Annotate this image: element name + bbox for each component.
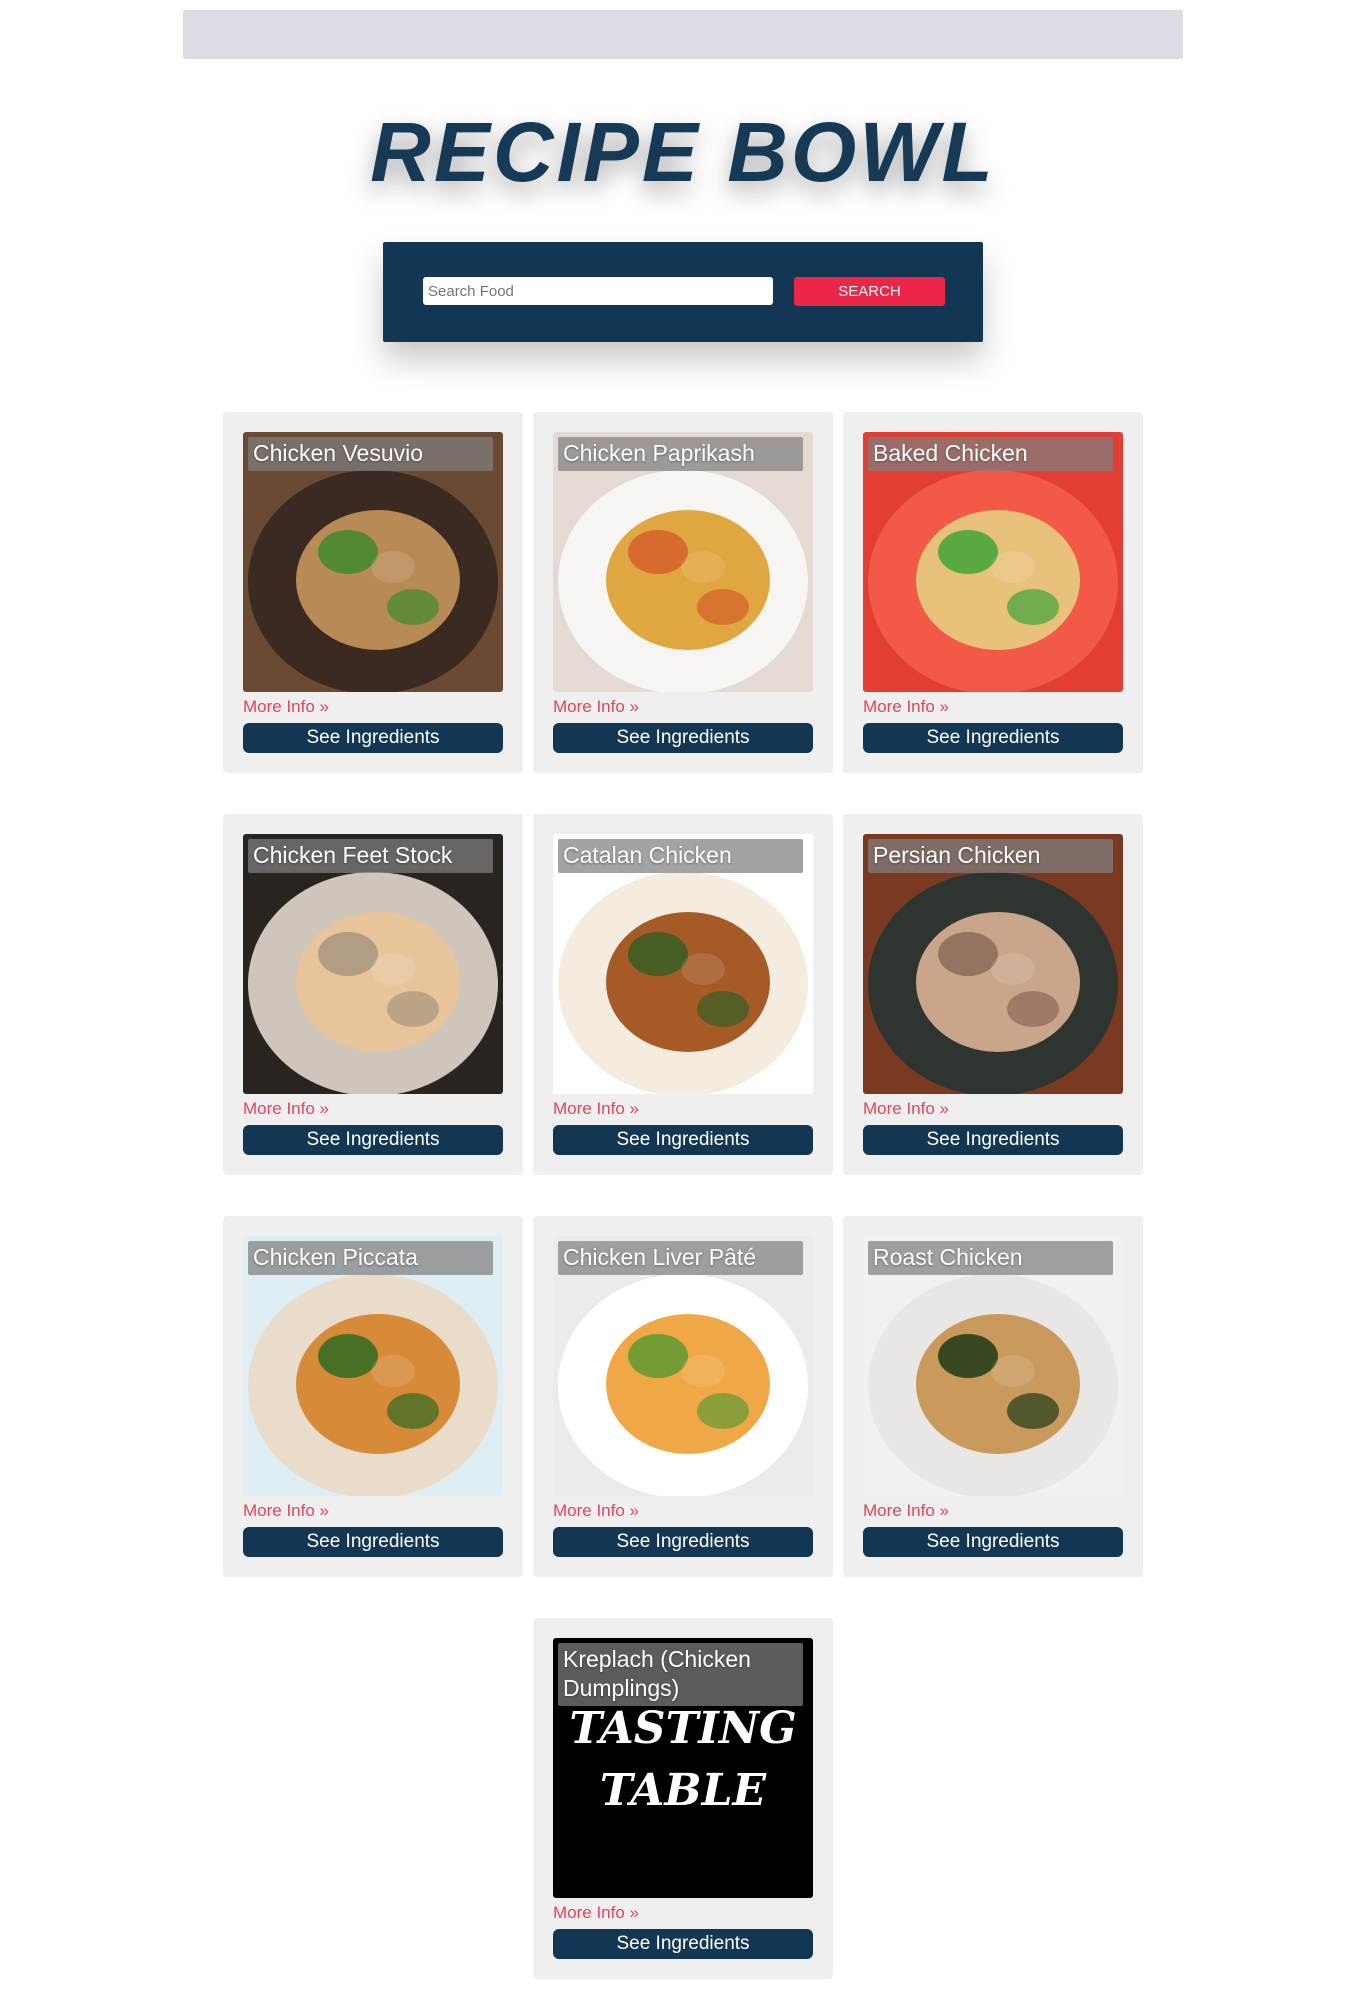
see-ingredients-button[interactable]: See Ingredients [863,1527,1123,1557]
search-input[interactable] [423,277,773,305]
see-ingredients-button[interactable]: See Ingredients [553,1125,813,1155]
logo-text: TABLE [600,1765,768,1816]
recipe-image[interactable]: Chicken Piccata [243,1236,503,1496]
recipe-image[interactable]: Chicken Feet Stock [243,834,503,1094]
recipe-image[interactable]: Catalan Chicken [553,834,813,1094]
recipe-card: Catalan Chicken More Info » See Ingredient… [533,814,833,1175]
see-ingredients-button[interactable]: See Ingredients [243,723,503,753]
recipe-title: Chicken Liver Pâté [558,1241,803,1275]
more-info-link[interactable]: More Info » [243,1501,503,1521]
recipe-title: Persian Chicken [868,839,1113,873]
more-info-link[interactable]: More Info » [863,1099,1123,1119]
recipe-title: Chicken Piccata [248,1241,493,1275]
recipe-image[interactable]: Baked Chicken [863,432,1123,692]
more-info-link[interactable]: More Info » [863,1501,1123,1521]
roast-chicken-photo [863,1236,1123,1496]
see-ingredients-button[interactable]: See Ingredients [863,723,1123,753]
top-navbar [183,10,1183,59]
recipe-title: Chicken Feet Stock [248,839,493,873]
recipe-title: Chicken Paprikash [558,437,803,471]
more-info-link[interactable]: More Info » [553,1903,813,1923]
recipe-card: Roast Chicken More Info » See Ingredients [843,1216,1143,1577]
recipe-title: Baked Chicken [868,437,1113,471]
baked-chicken-tray-photo [863,432,1123,692]
recipe-card: Chicken Liver Pâté More Info » See Ingredi… [533,1216,833,1577]
recipe-image[interactable]: TASTING TABLE Kreplach (Chicken Dumplings) [553,1638,813,1898]
recipe-card: Chicken Piccata More Info » See Ingredient… [223,1216,523,1577]
chicken-paprikash-photo [553,432,813,692]
page-title: RECIPE BOWL [370,105,996,199]
recipe-image[interactable]: Chicken Liver Pâté [553,1236,813,1496]
recipe-image[interactable]: Chicken Vesuvio [243,432,503,692]
persian-chicken-photo [863,834,1123,1094]
more-info-link[interactable]: More Info » [553,1099,813,1119]
see-ingredients-button[interactable]: See Ingredients [243,1527,503,1557]
recipe-card: Baked Chicken More Info » See Ingredients [843,412,1143,773]
chicken-feet-photo [243,834,503,1094]
more-info-link[interactable]: More Info » [243,697,503,717]
recipe-card: Chicken Feet Stock More Info » See Ingredi… [223,814,523,1175]
see-ingredients-button[interactable]: See Ingredients [553,1527,813,1557]
recipe-image[interactable]: Persian Chicken [863,834,1123,1094]
more-info-link[interactable]: More Info » [553,697,813,717]
recipe-card: Persian Chicken More Info » See Ingredient… [843,814,1143,1175]
recipe-title: Catalan Chicken [558,839,803,873]
chicken-piccata-photo [243,1236,503,1496]
logo-text: TASTING [569,1703,796,1754]
more-info-link[interactable]: More Info » [863,697,1123,717]
search-button[interactable]: SEARCH [794,277,945,306]
recipe-image[interactable]: Roast Chicken [863,1236,1123,1496]
more-info-link[interactable]: More Info » [553,1501,813,1521]
see-ingredients-button[interactable]: See Ingredients [553,1929,813,1959]
recipe-card: Chicken Vesuvio More Info » See Ingredient… [223,412,523,773]
catalan-chicken-photo [553,834,813,1094]
see-ingredients-button[interactable]: See Ingredients [243,1125,503,1155]
recipe-title: Kreplach (Chicken Dumplings) [558,1643,803,1706]
recipe-title: Roast Chicken [868,1241,1113,1275]
chicken-liver-pate-photo [553,1236,813,1496]
recipe-title: Chicken Vesuvio [248,437,493,471]
recipe-card: TASTING TABLE Kreplach (Chicken Dumplings)… [533,1618,833,1979]
see-ingredients-button[interactable]: See Ingredients [553,723,813,753]
see-ingredients-button[interactable]: See Ingredients [863,1125,1123,1155]
recipe-image[interactable]: Chicken Paprikash [553,432,813,692]
recipe-grid: Chicken Vesuvio More Info » See Ingredient… [223,412,1143,1979]
chicken-vesuvio-photo [243,432,503,692]
search-panel: SEARCH [383,242,983,342]
recipe-card: Chicken Paprikash More Info » See Ingredie… [533,412,833,773]
more-info-link[interactable]: More Info » [243,1099,503,1119]
